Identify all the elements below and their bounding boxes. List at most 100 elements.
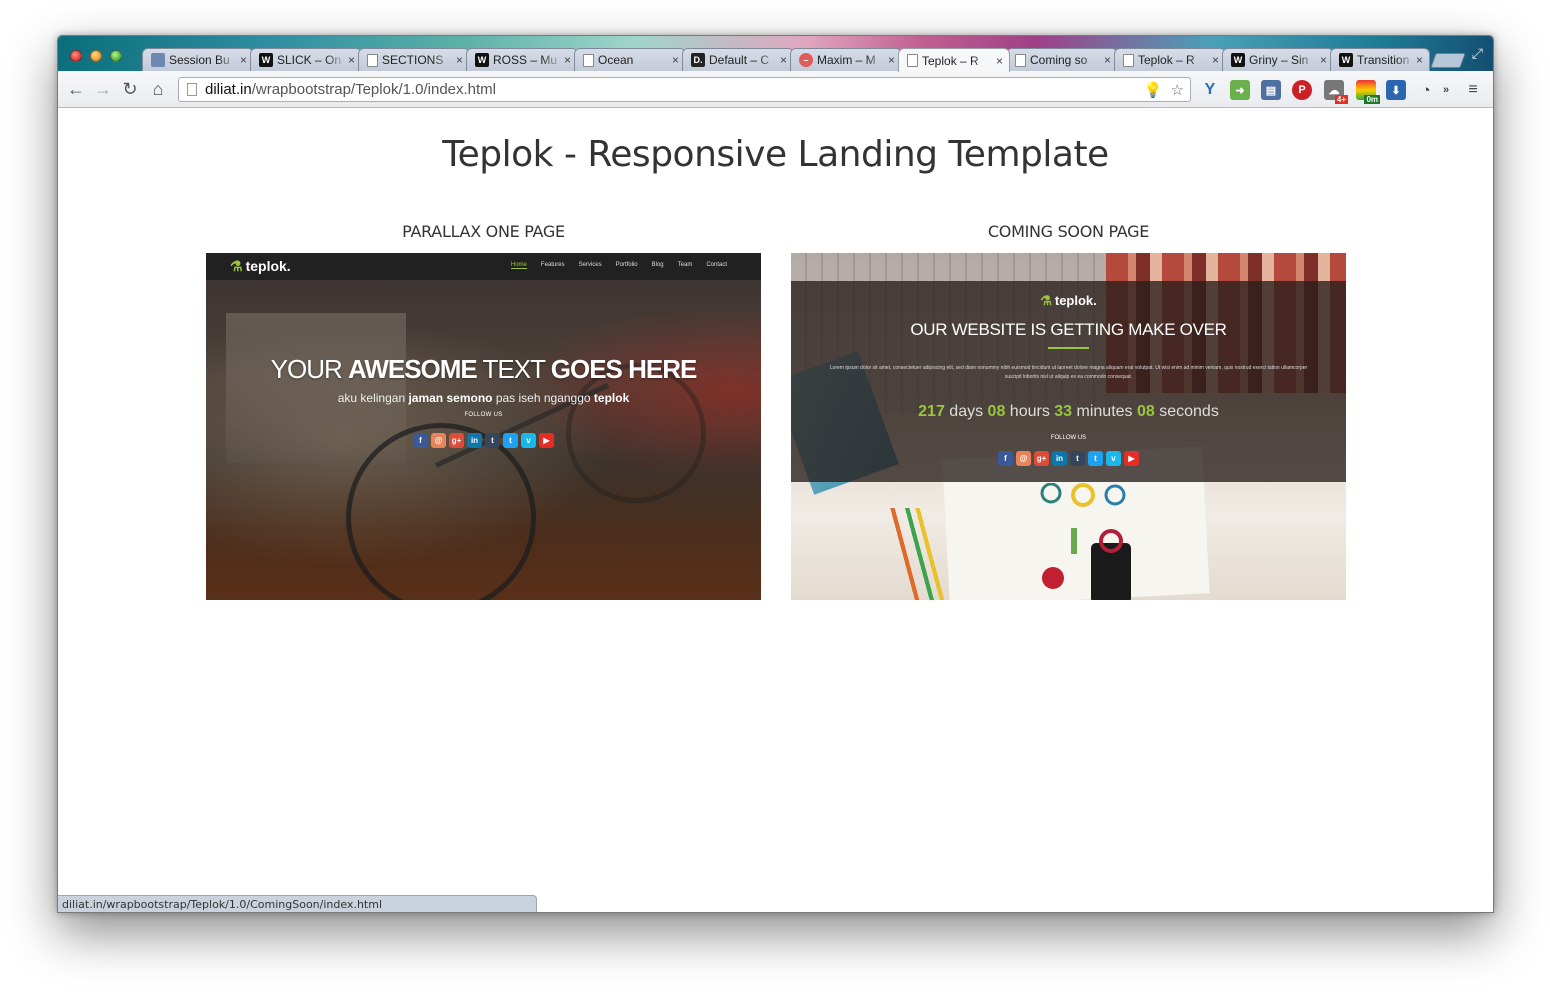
teplok-logo: ⚗ teplok. [1040,293,1097,308]
session-buddy-icon [151,53,165,67]
coming-soon-description: Lorem ipsum dolor sit amet, consectetuer… [829,365,1308,380]
tab-close-icon[interactable]: × [240,53,247,67]
teplok-logo: ⚗ teplok. [230,258,291,274]
home-icon[interactable]: ⌂ [148,79,168,99]
tab-close-icon[interactable]: × [780,53,787,67]
bookmark-star-icon[interactable]: ☆ [1171,81,1184,99]
parallax-card-title[interactable]: PARALLAX ONE PAGE [206,222,761,241]
status-bar-url: diliat.in/wrapbootstrap/Teplok/1.0/Comin… [58,895,537,912]
reload-icon[interactable]: ↻ [120,79,140,99]
coming-soon-heading: OUR WEBSITE IS GETTING MAKE OVER [910,320,1227,339]
zoom-window-button[interactable] [110,50,122,62]
minimize-window-button[interactable] [90,50,102,62]
url-path: /wrapbootstrap/Teplok/1.0/index.html [251,81,497,98]
bike-rear-wheel [346,423,536,600]
tab-coming-soon[interactable]: Coming so × [1006,48,1118,71]
tab-close-icon[interactable]: × [456,53,463,67]
twitter-icon: t [503,433,518,448]
nav-services: Services [578,262,602,268]
tab-close-icon[interactable]: × [672,53,679,67]
tab-close-icon[interactable]: × [348,53,355,67]
extension-arrow-icon[interactable]: ➜ [1230,80,1250,100]
download-icon[interactable]: ⬇ [1386,80,1406,100]
follow-us-label: FOLLOW US [1050,435,1087,441]
linkedin-icon: in [467,433,482,448]
nav-portfolio: Portfolio [615,262,638,268]
tab-teplok-2[interactable]: Teplok – R × [1114,48,1226,71]
tab-transition[interactable]: W Transition × [1330,48,1430,71]
page-icon [367,53,378,67]
extension-cloud-icon[interactable]: ☁ 4+ [1324,80,1348,104]
tab-default[interactable]: D. Default – C × [682,48,794,71]
vimeo-icon: v [521,433,536,448]
parallax-nav-links: Home Features Services Portfolio Blog Te… [510,262,727,269]
nav-blog: Blog [651,262,664,268]
follow-us-label: FOLLOW US [464,412,503,418]
flask-icon: ⚗ [230,258,243,274]
tab-ocean[interactable]: Ocean × [574,48,686,71]
nav-contact: Contact [706,262,727,268]
tab-session-buddy[interactable]: Session Bu × [142,48,254,71]
lightbulb-icon[interactable]: 💡 [1144,81,1163,99]
tab-close-icon[interactable]: × [888,53,895,67]
tab-close-icon[interactable]: × [1320,53,1327,67]
google-plus-icon: g+ [1034,451,1049,466]
extension-layout-icon[interactable]: ▤ [1261,80,1281,100]
page-icon [583,53,594,67]
countdown: 217 days 08 hours 33 minutes 08 seconds [918,403,1219,420]
tab-griny[interactable]: W Griny – Sin × [1222,48,1334,71]
page-icon [187,83,197,96]
tumblr-icon: t [485,433,500,448]
new-tab-button[interactable] [1430,53,1466,68]
coming-soon-preview-image[interactable]: ⚗ teplok. OUR WEBSITE IS GETTING MAKE OVE… [791,253,1346,600]
page-icon [1015,53,1026,67]
browser-toolbar: ← → ↻ ⌂ diliat.in/wrapbootstrap/Teplok/1… [58,71,1493,108]
parallax-navbar: ⚗ teplok. Home Features Services Portfoli… [206,253,761,280]
tab-teplok-active[interactable]: Teplok – R × [898,48,1010,72]
email-icon: @ [431,433,446,448]
wrapbootstrap-w-icon: W [1339,53,1353,67]
tab-close-icon[interactable]: × [1212,53,1219,67]
clock-icon[interactable]: ◔ [1416,80,1436,100]
wrapbootstrap-w-icon: W [1231,53,1245,67]
extension-badge: 4+ [1334,95,1348,104]
tab-close-icon[interactable]: × [564,53,571,67]
address-bar[interactable]: diliat.in/wrapbootstrap/Teplok/1.0/index… [178,77,1191,102]
extension-y-icon[interactable]: Y [1200,80,1220,100]
tab-ross[interactable]: W ROSS – Mu × [466,48,578,71]
facebook-icon: f [413,433,428,448]
nav-features: Features [540,262,565,268]
parallax-preview-image[interactable]: ⚗ teplok. Home Features Services Portfoli… [206,253,761,600]
tab-slick[interactable]: W SLICK – On × [250,48,362,71]
tab-maxim[interactable]: – Maxim – M × [790,48,902,71]
extension-badge: 0m [1364,95,1380,104]
tab-strip: Session Bu × W SLICK – On × SECTIONS × W… [58,36,1493,72]
linkedin-icon: in [1052,451,1067,466]
flask-icon: ⚗ [1040,293,1052,308]
youtube-icon: ▶ [539,433,554,448]
tab-close-icon[interactable]: × [1416,53,1423,67]
wrapbootstrap-w-icon: W [475,53,489,67]
tab-sections[interactable]: SECTIONS × [358,48,470,71]
extension-timer-icon[interactable]: 0m [1356,80,1380,104]
url-host: diliat.in [205,81,252,98]
pinterest-icon[interactable]: P [1292,80,1312,100]
close-window-button[interactable] [70,50,82,62]
social-icons-row: f @ g+ in t t v ▶ [791,451,1346,466]
accent-divider [1048,347,1089,349]
fullscreen-icon[interactable]: ⤢ [1472,45,1483,62]
tab-close-icon[interactable]: × [1104,53,1111,67]
back-icon[interactable]: ← [66,79,86,99]
tab-close-icon[interactable]: × [996,54,1003,68]
social-icons-row: f @ g+ in t t v ▶ [206,433,761,448]
parallax-headline: YOUR AWESOME TEXT GOES HERE [270,354,698,384]
coming-soon-card-title[interactable]: COMING SOON PAGE [791,222,1346,241]
pencils-graphic [851,508,971,600]
menu-icon[interactable]: ≡ [1463,80,1483,100]
overflow-chevron-icon[interactable]: » [1440,80,1452,100]
forward-icon[interactable]: → [93,79,113,99]
d-icon: D. [691,53,705,67]
youtube-icon: ▶ [1124,451,1139,466]
page-title: Teplok - Responsive Landing Template [442,134,1109,175]
page-icon [1123,53,1134,67]
